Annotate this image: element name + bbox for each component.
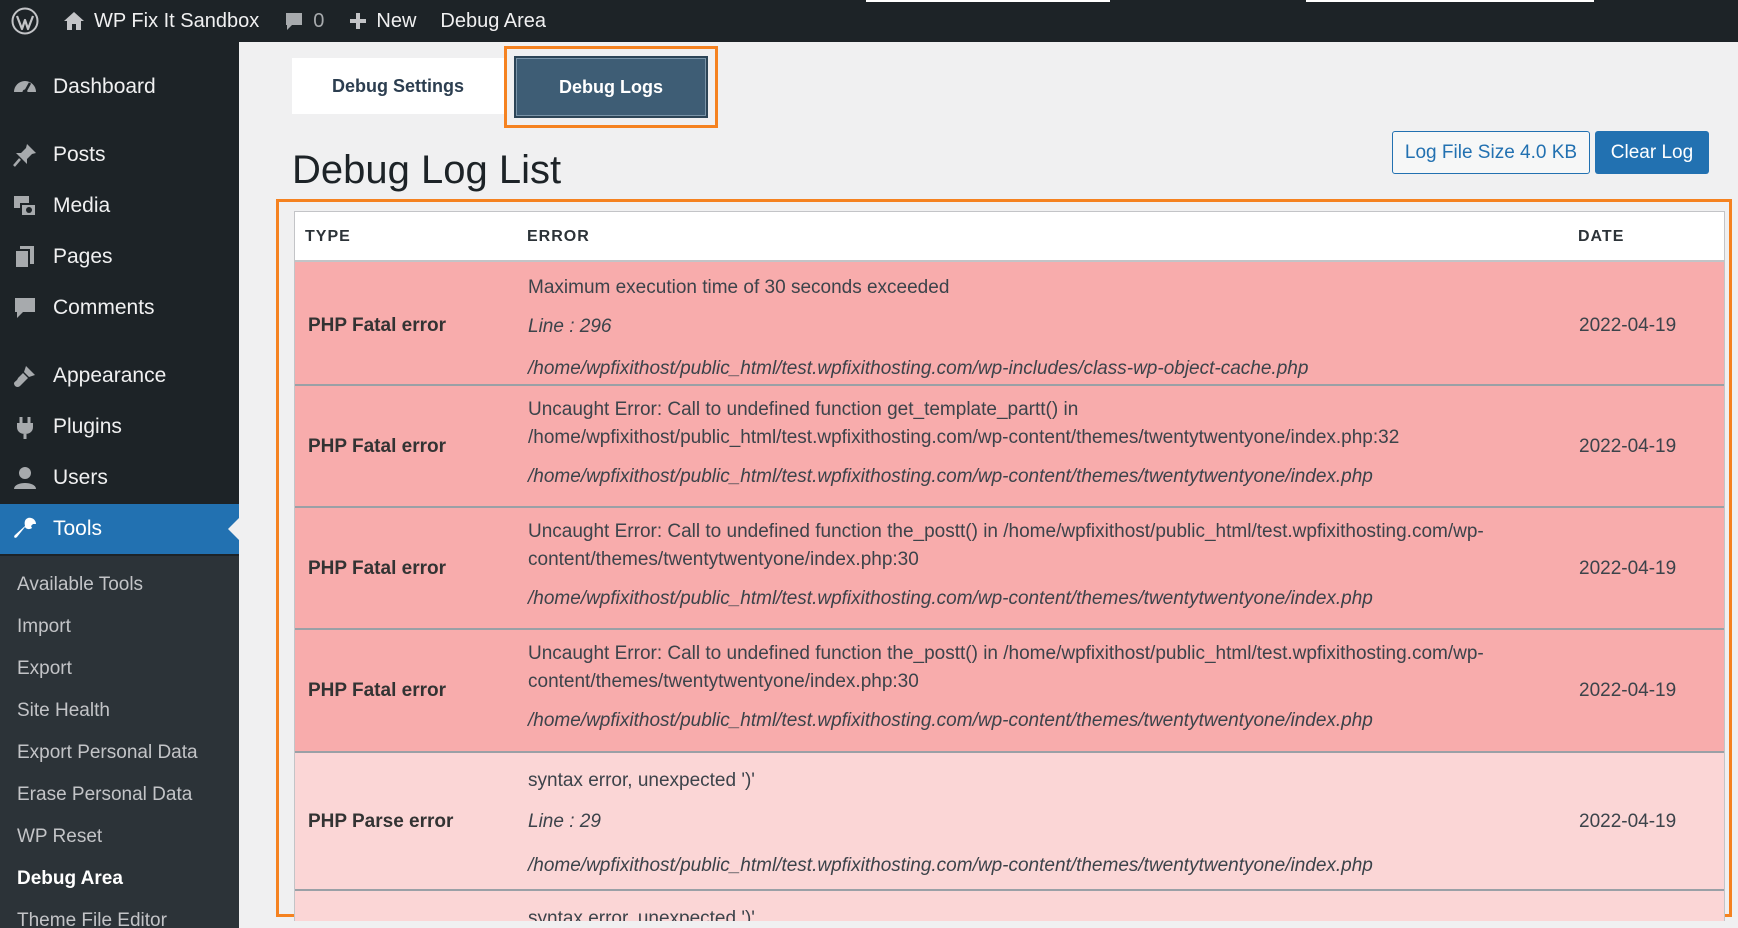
submenu-item-export-personal-data[interactable]: Export Personal Data: [17, 742, 198, 764]
tab-debug-logs[interactable]: Debug Logs: [514, 56, 708, 118]
sidebar-item-plugins[interactable]: Plugins: [0, 402, 239, 452]
debug-area-label: Debug Area: [440, 9, 547, 32]
log-type: PHP Fatal error: [308, 436, 446, 457]
log-message: Uncaught Error: Call to undefined functi…: [528, 643, 1484, 692]
sidebar-item-posts[interactable]: Posts: [0, 130, 239, 180]
log-message: syntax error, unexpected ')': [528, 908, 755, 921]
comment-icon: [12, 295, 38, 321]
log-file-path: /home/wpfixithost/public_html/test.wpfix…: [528, 466, 1373, 487]
sidebar-item-media[interactable]: Media: [0, 181, 239, 231]
sidebar-item-label: Posts: [53, 143, 106, 166]
submenu-item-wp-reset[interactable]: WP Reset: [17, 826, 102, 848]
sidebar-item-label: Dashboard: [53, 75, 156, 98]
dashboard-icon: [12, 74, 38, 100]
sidebar-item-label: Tools: [53, 517, 103, 540]
new-content-link[interactable]: New: [336, 0, 428, 42]
table-row: syntax error, unexpected ')': [295, 891, 1724, 921]
debug-tabs: Debug Settings: [292, 58, 504, 114]
highlight-outline-table: TYPE ERROR DATE PHP Fatal error Maximum …: [276, 199, 1732, 921]
log-message: Uncaught Error: Call to undefined functi…: [528, 521, 1484, 570]
submenu-item-theme-file-editor[interactable]: Theme File Editor: [17, 910, 167, 928]
log-date: 2022-04-19: [1579, 436, 1677, 457]
admin-bar-edge-line: [1306, 0, 1594, 2]
sidebar-item-label: Pages: [53, 245, 113, 268]
log-file-size-button[interactable]: Log File Size 4.0 KB: [1392, 131, 1590, 174]
sidebar-item-tools[interactable]: Tools: [0, 504, 239, 554]
log-date: 2022-04-19: [1579, 811, 1677, 832]
sidebar-item-dashboard[interactable]: Dashboard: [0, 62, 239, 112]
log-type: PHP Fatal error: [308, 558, 446, 579]
user-icon: [12, 465, 38, 491]
pushpin-icon: [12, 142, 38, 168]
table-row: PHP Fatal error Uncaught Error: Call to …: [295, 630, 1724, 753]
log-line: Line : 29: [528, 811, 601, 832]
log-date: 2022-04-19: [1579, 558, 1677, 579]
log-type: PHP Fatal error: [308, 680, 446, 701]
log-type: PHP Fatal error: [308, 315, 446, 336]
submenu-item-import[interactable]: Import: [17, 616, 71, 638]
log-message: Uncaught Error: Call to undefined functi…: [528, 399, 1400, 448]
log-type: PHP Parse error: [308, 811, 454, 832]
log-message: Maximum execution time of 30 seconds exc…: [528, 277, 950, 298]
log-file-path: /home/wpfixithost/public_html/test.wpfix…: [528, 358, 1309, 379]
table-header: TYPE ERROR DATE: [295, 211, 1724, 262]
comments-count: 0: [313, 9, 325, 32]
log-file-path: /home/wpfixithost/public_html/test.wpfix…: [528, 588, 1373, 609]
table-row: PHP Fatal error Maximum execution time o…: [295, 262, 1724, 386]
log-date: 2022-04-19: [1579, 680, 1677, 701]
column-header-error: ERROR: [527, 228, 590, 245]
comment-bubble-icon: [283, 10, 305, 32]
pages-icon: [12, 244, 38, 270]
table-row: PHP Fatal error Uncaught Error: Call to …: [295, 508, 1724, 630]
media-icon: [12, 193, 38, 219]
log-line: Line : 296: [528, 316, 612, 337]
wordpress-logo-icon[interactable]: [0, 0, 50, 42]
wrench-icon: [12, 516, 38, 542]
plus-icon: [348, 11, 368, 31]
page-title: Debug Log List: [292, 148, 562, 192]
submenu-item-available-tools[interactable]: Available Tools: [17, 574, 143, 596]
log-message: syntax error, unexpected ')': [528, 770, 755, 791]
sidebar-item-label: Comments: [53, 296, 155, 319]
sidebar-item-users[interactable]: Users: [0, 453, 239, 503]
sidebar-item-comments[interactable]: Comments: [0, 283, 239, 333]
sidebar-item-label: Appearance: [53, 364, 167, 387]
log-date: 2022-04-19: [1579, 315, 1677, 336]
debug-log-table: TYPE ERROR DATE PHP Fatal error Maximum …: [294, 211, 1725, 921]
comments-link[interactable]: 0: [271, 0, 336, 42]
submenu-item-erase-personal-data[interactable]: Erase Personal Data: [17, 784, 192, 806]
site-name-link[interactable]: WP Fix It Sandbox: [50, 0, 271, 42]
clear-log-button[interactable]: Clear Log: [1595, 131, 1709, 174]
plugin-icon: [12, 414, 38, 440]
table-row: PHP Fatal error Uncaught Error: Call to …: [295, 386, 1724, 508]
submenu-item-site-health[interactable]: Site Health: [17, 700, 110, 722]
tools-submenu: Available Tools Import Export Site Healt…: [0, 556, 239, 928]
column-header-date: DATE: [1578, 228, 1625, 245]
sidebar-item-label: Media: [53, 194, 111, 217]
sidebar-item-pages[interactable]: Pages: [0, 232, 239, 282]
admin-sidebar: Dashboard Posts Media Pages Comments App…: [0, 42, 239, 928]
paintbrush-icon: [12, 363, 38, 389]
current-menu-arrow: [228, 518, 239, 540]
sidebar-item-label: Users: [53, 466, 108, 489]
site-name-label: WP Fix It Sandbox: [94, 9, 260, 32]
table-row: PHP Parse error syntax error, unexpected…: [295, 753, 1724, 891]
admin-bar: WP Fix It Sandbox 0 New Debug Area: [0, 0, 1738, 42]
home-icon: [62, 10, 86, 32]
admin-bar-edge-line: [866, 0, 1110, 2]
debug-area-link[interactable]: Debug Area: [428, 0, 558, 42]
sidebar-item-label: Plugins: [53, 415, 122, 438]
log-file-path: /home/wpfixithost/public_html/test.wpfix…: [528, 855, 1373, 876]
new-label: New: [376, 9, 417, 32]
log-file-path: /home/wpfixithost/public_html/test.wpfix…: [528, 710, 1373, 731]
submenu-item-export[interactable]: Export: [17, 658, 72, 680]
column-header-type: TYPE: [305, 228, 351, 245]
sidebar-item-appearance[interactable]: Appearance: [0, 351, 239, 401]
tab-debug-settings[interactable]: Debug Settings: [292, 58, 504, 114]
highlight-outline-tab: Debug Logs: [504, 46, 718, 128]
submenu-item-debug-area[interactable]: Debug Area: [17, 868, 123, 890]
